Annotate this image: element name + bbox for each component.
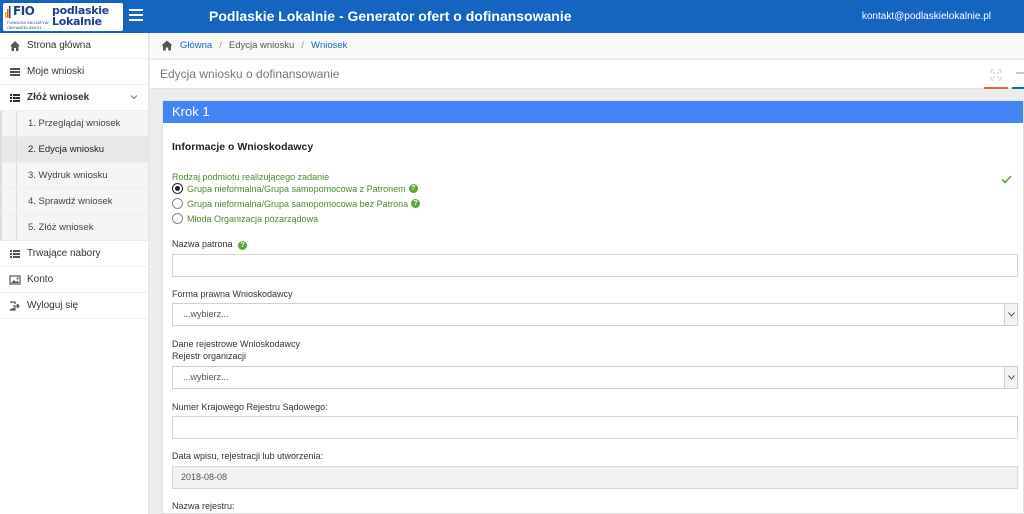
registry-data-label: Dane rejestrowe Wnioskodawcy: [172, 339, 301, 349]
logo-line-2: Lokalnie: [52, 15, 102, 28]
breadcrumb-home-link[interactable]: Główna: [180, 40, 212, 51]
legal-form-select[interactable]: ...wybierz...: [172, 303, 1018, 326]
breadcrumb-middle[interactable]: Edycja wniosku: [229, 40, 294, 51]
chevron-down-icon: [1008, 375, 1015, 380]
sidebar-item-logout[interactable]: Wyloguj się: [0, 293, 148, 319]
fio-logo-text: FIO: [13, 4, 35, 18]
page-header: Edycja wniosku o dofinansowanie: [150, 60, 1024, 89]
legal-form-label: Forma prawna Wnioskodawcy: [172, 289, 293, 299]
submenu-item-browse[interactable]: 1. Przeglądaj wniosek: [0, 111, 148, 137]
collapse-icon[interactable]: [1016, 72, 1024, 74]
fio-bars-icon: [5, 6, 11, 18]
help-icon[interactable]: ?: [408, 184, 418, 193]
breadcrumb-separator: /: [219, 40, 222, 51]
radio-option-young-ngo[interactable]: Młoda Organizacja pozarządowa: [172, 213, 318, 224]
submenu-item-check[interactable]: 4. Sprawdź wniosek: [0, 189, 148, 215]
app-title: Podlaskie Lokalnie - Generator ofert o d…: [209, 8, 572, 24]
submenu-item-edit[interactable]: 2. Edycja wniosku: [0, 137, 148, 163]
sidebar-item-label: Moje wnioski: [27, 66, 85, 77]
list-icon: [10, 249, 20, 258]
radio-label: Grupa nieformalna/Grupa samopomocowa bez…: [187, 198, 409, 209]
radio-button[interactable]: [172, 198, 183, 209]
entity-type-label: Rodzaj podmiotu realizującego zadanie: [172, 172, 330, 182]
step-header: Krok 1: [163, 101, 1023, 123]
page-title: Edycja wniosku o dofinansowanie: [160, 67, 340, 81]
logo[interactable]: FIO FUNDUSZ INICJATYW OBYWATELSKICH podl…: [3, 3, 123, 31]
submenu-item-print[interactable]: 3. Wydruk wniosku: [0, 163, 148, 189]
list-icon: [10, 93, 20, 102]
sidebar-item-label: Strona główna: [27, 40, 91, 51]
chevron-down-icon: [130, 95, 138, 100]
submenu-item-submit[interactable]: 5. Złóż wniosek: [0, 215, 148, 241]
sidebar-item-label: Wyloguj się: [27, 300, 79, 311]
image-icon: [9, 274, 21, 285]
sidebar-item-submit-application[interactable]: Złóż wniosek: [0, 85, 148, 111]
registration-date-label: Data wpisu, rejestracji lub utworzenia:: [172, 451, 324, 461]
sidebar-item-account[interactable]: Konto: [0, 267, 148, 293]
registry-label: Rejestr organizacji: [172, 351, 247, 361]
krs-number-label: Numer Krajowego Rejestru Sądowego:: [172, 402, 328, 412]
sidebar-item-label: Trwające nabory: [27, 248, 101, 259]
radio-button[interactable]: [172, 183, 183, 194]
registration-date-input[interactable]: 2018-08-08: [172, 466, 1018, 489]
fio-logo-small-text: FUNDUSZ INICJATYW OBYWATELSKICH: [7, 20, 49, 30]
submenu: 1. Przeglądaj wniosek 2. Edycja wniosku …: [0, 111, 148, 241]
sidebar-item-ongoing-calls[interactable]: Trwające nabory: [0, 241, 148, 267]
breadcrumb-current-link[interactable]: Wniosek: [311, 40, 347, 51]
podlaskie-lokalnie-logo: podlaskie Lokalnie: [52, 5, 122, 27]
registry-name-label: Nazwa rejestru:: [172, 501, 235, 511]
legal-form-select-value: ...wybierz...: [183, 309, 229, 319]
registry-select[interactable]: ...wybierz...: [172, 366, 1018, 389]
home-icon: [10, 40, 20, 51]
select-arrow: [1004, 304, 1017, 325]
chevron-down-icon: [1008, 312, 1015, 317]
help-icon[interactable]: ?: [411, 199, 421, 208]
sidebar-item-home[interactable]: Strona główna: [0, 33, 148, 59]
checkmark-icon: [1001, 175, 1012, 184]
patron-name-label: Nazwa patrona ?: [172, 239, 248, 250]
radio-label: Młoda Organizacja pozarządowa: [187, 213, 319, 224]
sidebar-item-my-applications[interactable]: Moje wnioski: [0, 59, 148, 85]
sidebar-item-label: Złóż wniosek: [27, 92, 90, 103]
patron-name-label-text: Nazwa patrona: [172, 239, 233, 249]
form-panel: Krok 1 Informacje o Wnioskodawcy Rodzaj …: [162, 100, 1024, 514]
list-icon: [10, 67, 20, 76]
fullscreen-icon[interactable]: [990, 69, 1002, 81]
radio-label: Grupa nieformalna/Grupa samopomocowa z P…: [187, 183, 406, 194]
home-icon: [161, 40, 173, 51]
tab-underline-orange: [984, 87, 1008, 89]
breadcrumb: Główna / Edycja wniosku / Wniosek: [150, 33, 1024, 59]
radio-option-without-patron[interactable]: Grupa nieformalna/Grupa samopomocowa bez…: [172, 198, 421, 209]
logout-icon: [9, 300, 20, 311]
sidebar-item-label: Konto: [27, 274, 54, 285]
select-arrow: [1004, 367, 1017, 388]
sidebar: Strona główna Moje wnioski Złóż wniosek …: [0, 33, 149, 514]
help-icon[interactable]: ?: [238, 241, 248, 250]
contact-email[interactable]: kontakt@podlaskielokalnie.pl: [862, 11, 991, 22]
registry-select-value: ...wybierz...: [183, 372, 229, 382]
radio-option-with-patron[interactable]: Grupa nieformalna/Grupa samopomocowa z P…: [172, 183, 418, 194]
menu-toggle-icon[interactable]: [129, 9, 143, 23]
top-bar: FIO FUNDUSZ INICJATYW OBYWATELSKICH podl…: [0, 0, 1024, 33]
patron-name-input[interactable]: [172, 254, 1018, 277]
krs-number-input[interactable]: [172, 416, 1018, 439]
main-content: Główna / Edycja wniosku / Wniosek Edycja…: [150, 33, 1024, 514]
section-title: Informacje o Wnioskodawcy: [172, 141, 314, 153]
radio-button[interactable]: [172, 213, 183, 224]
tab-underline-blue: [1012, 87, 1024, 89]
breadcrumb-separator: /: [301, 40, 304, 51]
fio-logo: FIO FUNDUSZ INICJATYW OBYWATELSKICH: [5, 4, 51, 30]
